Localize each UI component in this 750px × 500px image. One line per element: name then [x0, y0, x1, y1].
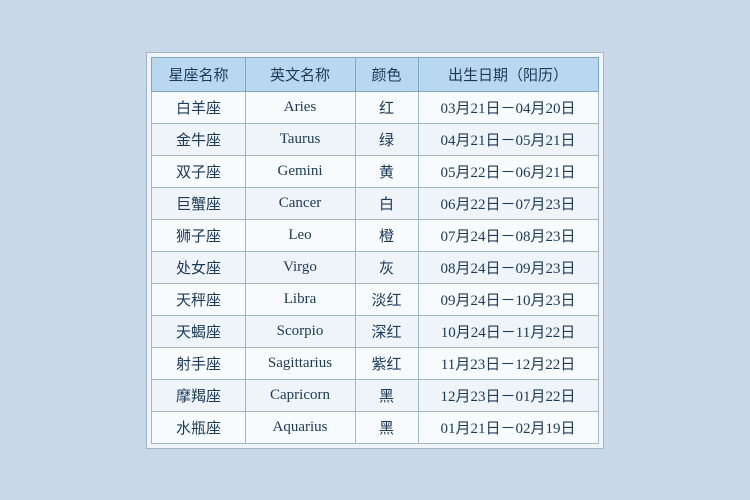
cell-date: 09月24日－10月23日 [418, 283, 598, 315]
table-row: 金牛座Taurus绿04月21日－05月21日 [152, 123, 598, 155]
cell-zh: 白羊座 [152, 91, 245, 123]
table-header-row: 星座名称 英文名称 颜色 出生日期（阳历） [152, 57, 598, 91]
cell-date: 01月21日－02月19日 [418, 411, 598, 443]
cell-en: Capricorn [245, 379, 355, 411]
cell-zh: 巨蟹座 [152, 187, 245, 219]
zodiac-table-container: 星座名称 英文名称 颜色 出生日期（阳历） 白羊座Aries红03月21日－04… [146, 52, 603, 449]
table-row: 处女座Virgo灰08月24日－09月23日 [152, 251, 598, 283]
cell-color: 黑 [355, 411, 418, 443]
cell-color: 白 [355, 187, 418, 219]
cell-en: Taurus [245, 123, 355, 155]
cell-color: 黑 [355, 379, 418, 411]
cell-date: 07月24日－08月23日 [418, 219, 598, 251]
cell-color: 紫红 [355, 347, 418, 379]
cell-zh: 天蝎座 [152, 315, 245, 347]
table-row: 白羊座Aries红03月21日－04月20日 [152, 91, 598, 123]
cell-date: 08月24日－09月23日 [418, 251, 598, 283]
cell-en: Scorpio [245, 315, 355, 347]
zodiac-table: 星座名称 英文名称 颜色 出生日期（阳历） 白羊座Aries红03月21日－04… [151, 57, 598, 444]
cell-date: 04月21日－05月21日 [418, 123, 598, 155]
header-color: 颜色 [355, 57, 418, 91]
cell-en: Leo [245, 219, 355, 251]
cell-date: 11月23日－12月22日 [418, 347, 598, 379]
cell-en: Sagittarius [245, 347, 355, 379]
cell-zh: 处女座 [152, 251, 245, 283]
cell-zh: 水瓶座 [152, 411, 245, 443]
cell-en: Aries [245, 91, 355, 123]
table-row: 射手座Sagittarius紫红11月23日－12月22日 [152, 347, 598, 379]
cell-date: 10月24日－11月22日 [418, 315, 598, 347]
cell-color: 红 [355, 91, 418, 123]
table-row: 天蝎座Scorpio深红10月24日－11月22日 [152, 315, 598, 347]
cell-zh: 天秤座 [152, 283, 245, 315]
table-row: 水瓶座Aquarius黑01月21日－02月19日 [152, 411, 598, 443]
table-row: 摩羯座Capricorn黑12月23日－01月22日 [152, 379, 598, 411]
header-date: 出生日期（阳历） [418, 57, 598, 91]
cell-en: Cancer [245, 187, 355, 219]
table-row: 天秤座Libra淡红09月24日－10月23日 [152, 283, 598, 315]
cell-color: 深红 [355, 315, 418, 347]
cell-date: 12月23日－01月22日 [418, 379, 598, 411]
cell-color: 绿 [355, 123, 418, 155]
cell-zh: 狮子座 [152, 219, 245, 251]
cell-zh: 摩羯座 [152, 379, 245, 411]
cell-date: 03月21日－04月20日 [418, 91, 598, 123]
cell-date: 06月22日－07月23日 [418, 187, 598, 219]
cell-en: Libra [245, 283, 355, 315]
cell-color: 黄 [355, 155, 418, 187]
table-row: 双子座Gemini黄05月22日－06月21日 [152, 155, 598, 187]
cell-color: 橙 [355, 219, 418, 251]
cell-color: 灰 [355, 251, 418, 283]
table-row: 巨蟹座Cancer白06月22日－07月23日 [152, 187, 598, 219]
cell-zh: 射手座 [152, 347, 245, 379]
cell-en: Aquarius [245, 411, 355, 443]
cell-color: 淡红 [355, 283, 418, 315]
cell-zh: 双子座 [152, 155, 245, 187]
cell-zh: 金牛座 [152, 123, 245, 155]
cell-en: Gemini [245, 155, 355, 187]
header-zh: 星座名称 [152, 57, 245, 91]
cell-en: Virgo [245, 251, 355, 283]
table-row: 狮子座Leo橙07月24日－08月23日 [152, 219, 598, 251]
cell-date: 05月22日－06月21日 [418, 155, 598, 187]
header-en: 英文名称 [245, 57, 355, 91]
